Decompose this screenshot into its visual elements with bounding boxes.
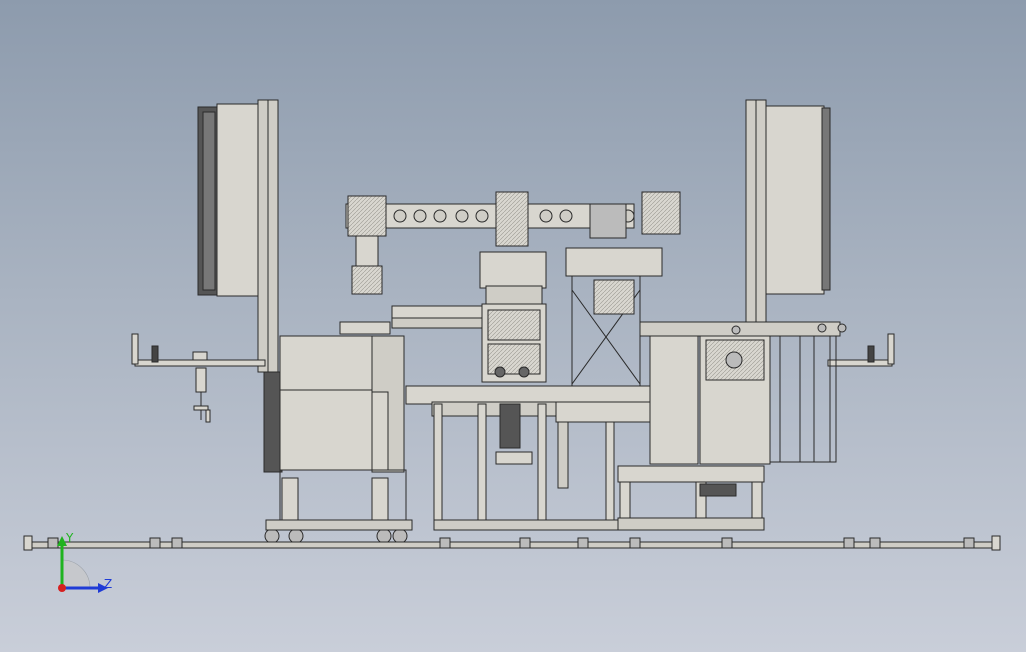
floor-rail[interactable] xyxy=(23,535,1001,551)
machine-assembly[interactable] xyxy=(23,99,1001,551)
right-control-cabinet[interactable] xyxy=(745,99,831,341)
right-lower-frame[interactable] xyxy=(617,465,765,531)
central-table[interactable] xyxy=(405,385,653,531)
y-axis-label: Y xyxy=(65,531,74,545)
right-cylinder-bank[interactable] xyxy=(639,321,847,465)
triad-plane-icon xyxy=(61,559,91,589)
orientation-triad[interactable]: Y Z xyxy=(40,530,130,600)
braced-frame[interactable] xyxy=(565,247,663,387)
right-outrigger[interactable] xyxy=(827,333,895,367)
cad-viewport[interactable] xyxy=(0,0,1026,652)
left-actuator[interactable] xyxy=(339,235,505,335)
left-base-cabinet[interactable] xyxy=(264,335,413,544)
z-axis-label: Z xyxy=(104,577,112,591)
left-outrigger[interactable] xyxy=(131,333,266,423)
left-control-cabinet[interactable] xyxy=(197,99,283,473)
x-axis-dot-icon xyxy=(58,584,66,592)
